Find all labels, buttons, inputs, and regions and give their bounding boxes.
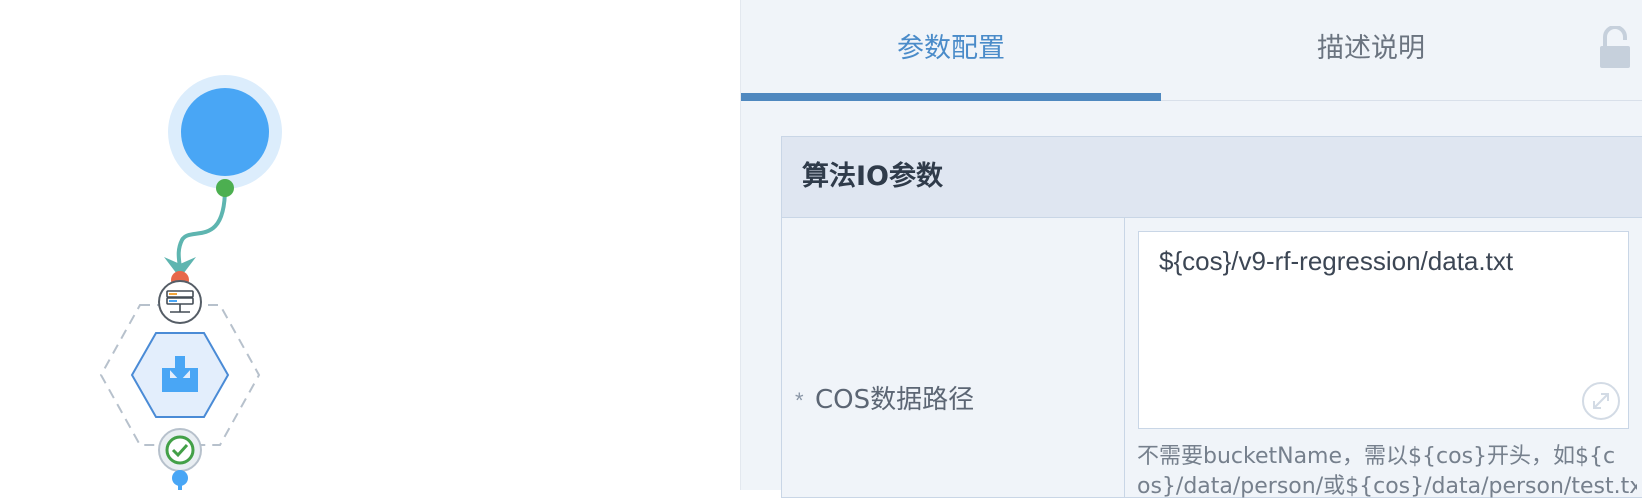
output-port[interactable] [216,179,234,197]
cos-path-label: COS数据路径 [815,385,975,415]
field-hint: 不需要bucketName，需以${cos}开头，如${c os}/data/p… [1137,442,1637,502]
required-mark: * [795,388,804,413]
tab-parameter-config[interactable]: 参数配置 [741,0,1161,100]
section-title: 算法IO参数 [782,137,1642,218]
input-node[interactable] [130,332,230,418]
status-badge [158,428,202,472]
hint-line-1: 不需要bucketName，需以${cos}开头，如${c [1137,444,1616,469]
panel-tabs: 参数配置 描述说明 [741,0,1642,101]
success-check-icon [165,435,195,465]
cos-path-row: * COS数据路径 ${cos}/v9-rf-regression/data.t… [782,218,1642,499]
active-tab-indicator [741,93,1161,101]
field-label-cell: * COS数据路径 [782,218,1125,498]
start-circle-icon [181,88,269,176]
unlocked-padlock-icon[interactable] [1597,26,1633,70]
cos-path-input[interactable]: ${cos}/v9-rf-regression/data.txt [1138,231,1629,429]
start-node[interactable] [168,75,282,189]
data-source-badge [158,280,202,324]
io-params-section: 算法IO参数 * COS数据路径 ${cos}/v9-rf-regression… [781,136,1642,499]
connection-line[interactable] [176,187,227,271]
cos-path-value: ${cos}/v9-rf-regression/data.txt [1159,246,1514,276]
tab-description[interactable]: 描述说明 [1161,0,1581,100]
expand-icon[interactable] [1582,382,1620,420]
workflow-canvas[interactable] [0,0,740,490]
properties-panel: 参数配置 描述说明 算法IO参数 * COS数据路径 ${cos}/v9-rf-… [740,0,1642,499]
hint-line-2: os}/data/person/或${cos}/data/person/test… [1137,474,1637,499]
workflow-graph [99,75,282,490]
